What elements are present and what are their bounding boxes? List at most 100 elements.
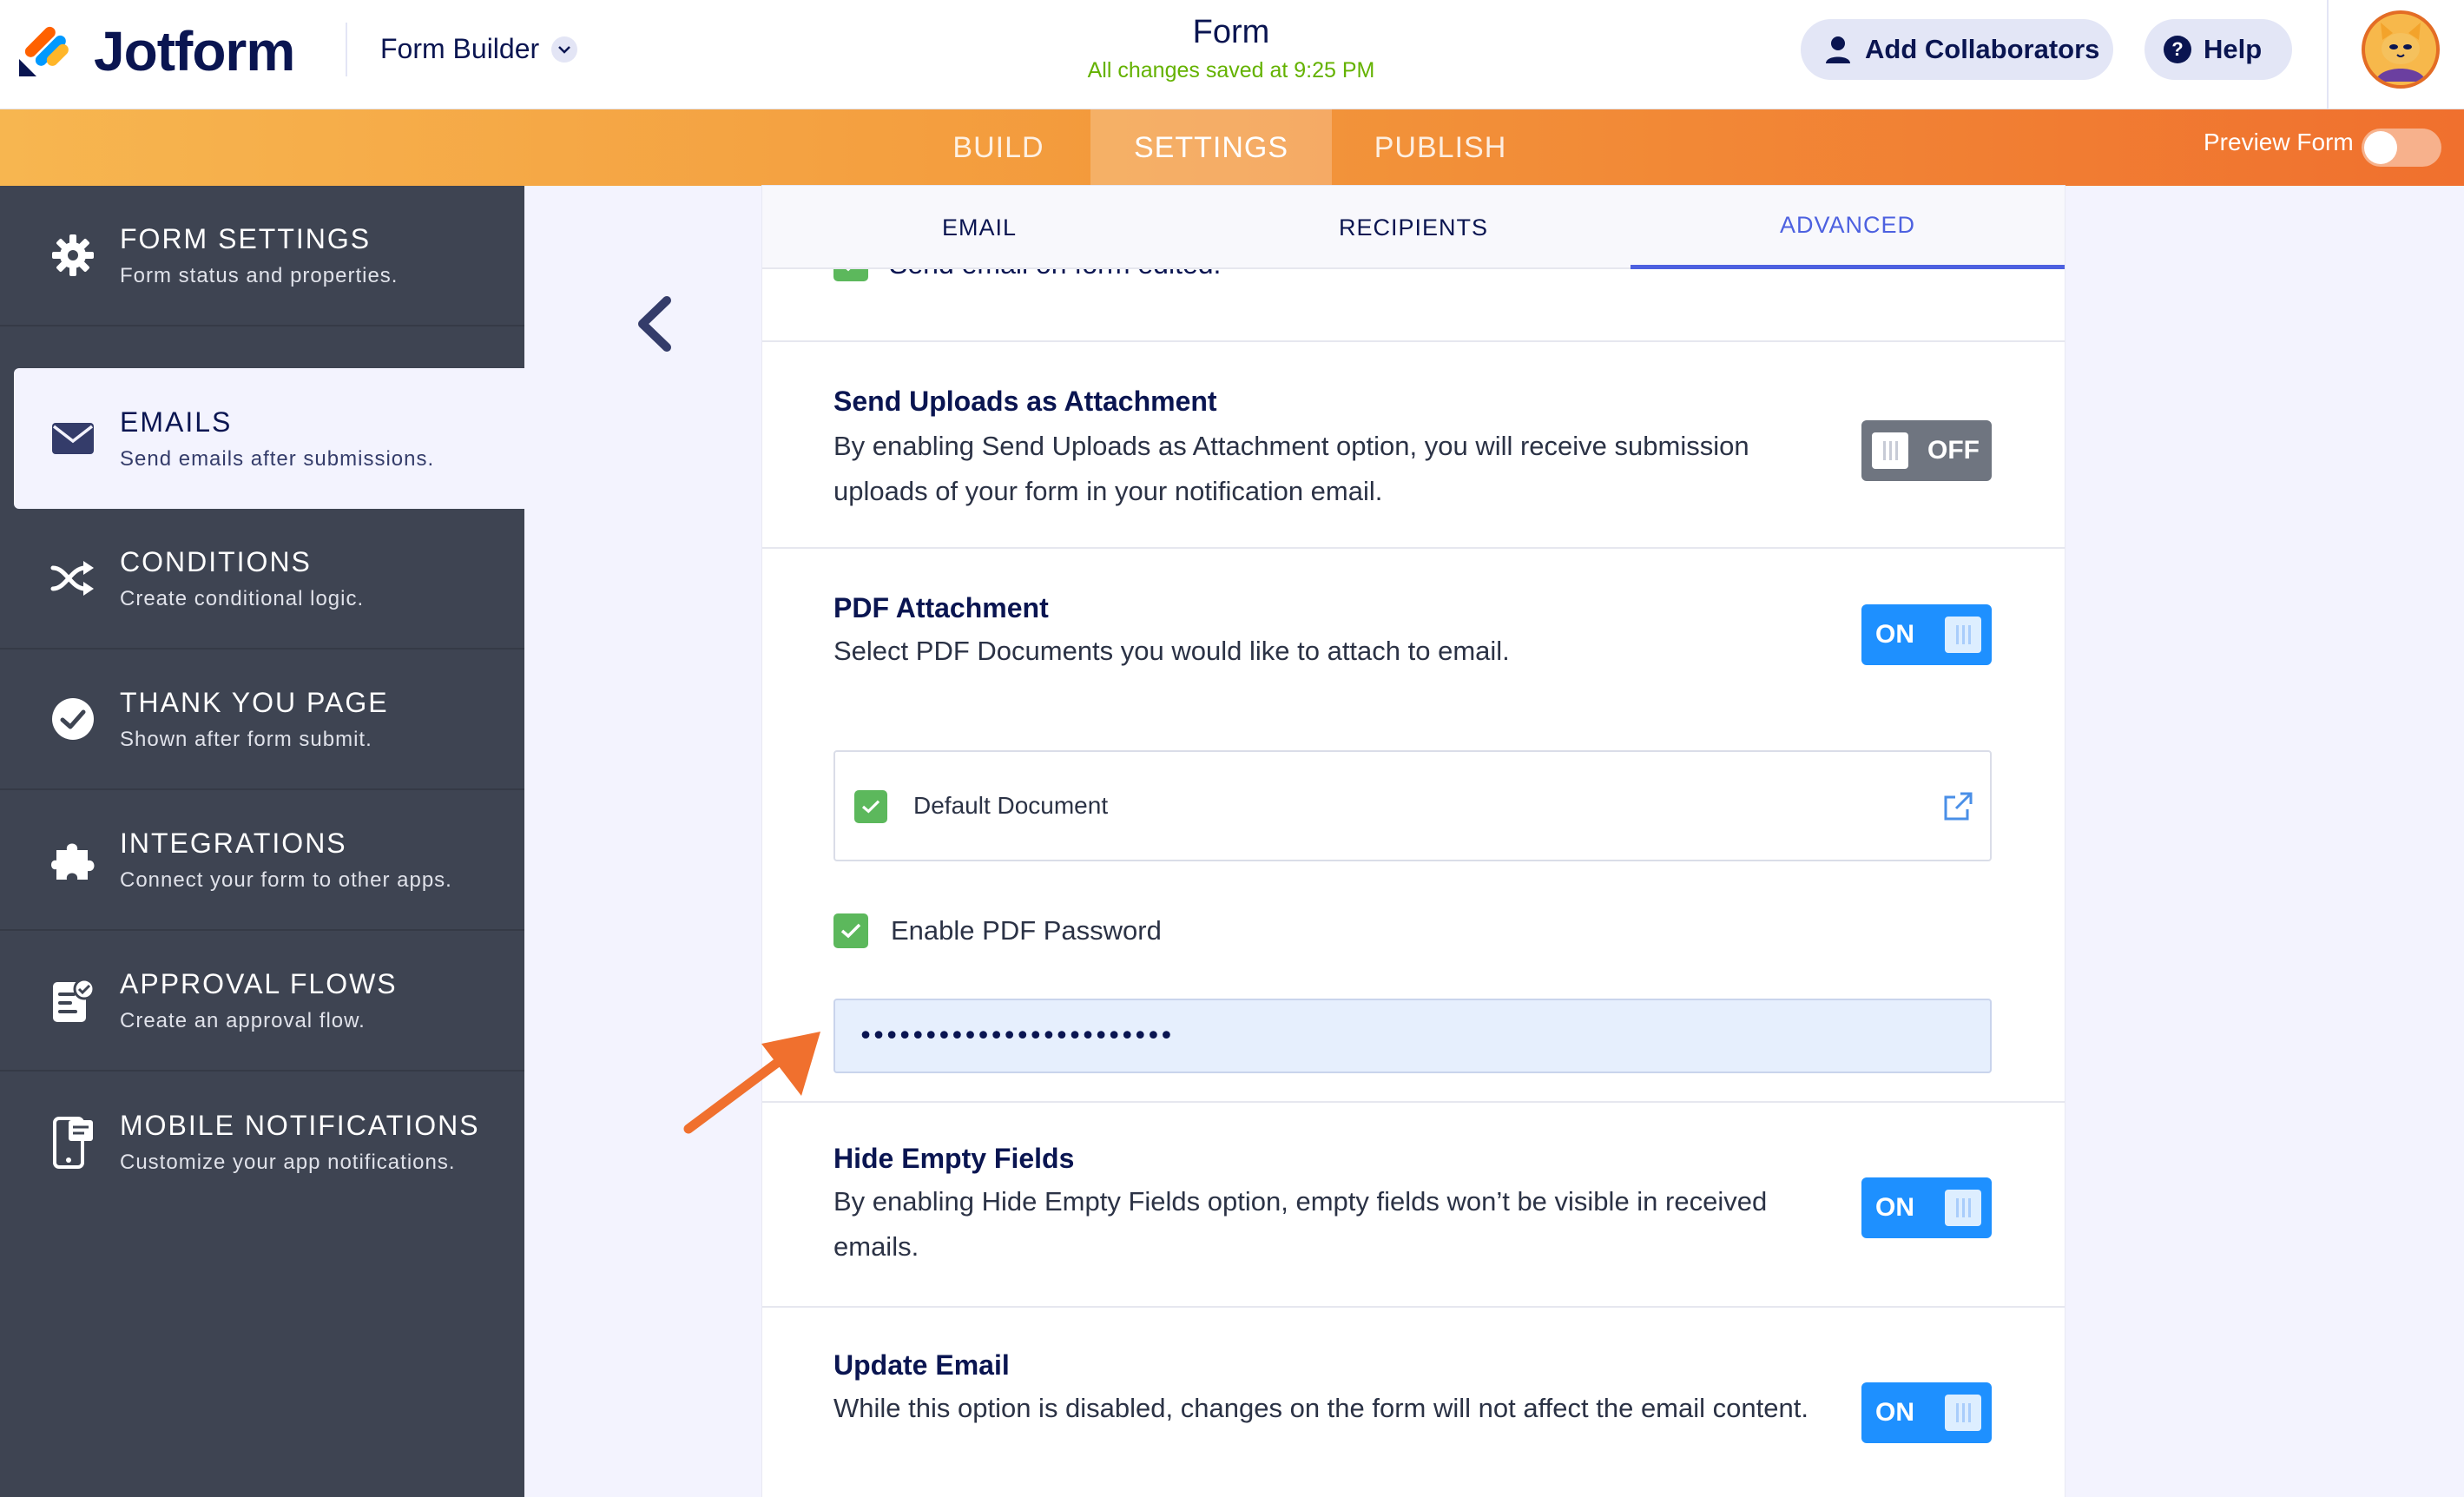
external-link-icon[interactable] [1941,790,1974,823]
send-uploads-description: By enabling Send Uploads as Attachment o… [833,431,1749,506]
help-label: Help [2204,34,2263,64]
pdf-attachment-description: Select PDF Documents you would like to a… [833,636,1510,666]
sidebar-item-mobile-notifications[interactable]: MOBILE NOTIFICATIONS Customize your app … [0,1072,524,1212]
sidebar-item-emails[interactable]: EMAILS Send emails after submissions. [14,368,524,509]
sidebar-text: CONDITIONS Create conditional logic. [120,546,364,611]
envelope-icon [49,414,97,463]
sidebar-text: APPROVAL FLOWS Create an approval flow. [120,968,398,1033]
sidebar-item-subtitle: Customize your app notifications. [120,1150,456,1174]
preview-form-toggle[interactable] [2362,129,2441,167]
toggle-knob [1872,432,1908,469]
brand-name[interactable]: Jotform [94,19,295,83]
sidebar-item-title: MOBILE NOTIFICATIONS [120,1109,480,1141]
sidebar-item-form-settings[interactable]: FORM SETTINGS Form status and properties… [0,186,524,326]
tab-email[interactable]: EMAIL [762,186,1196,269]
sidebar-item-title: THANK YOU PAGE [120,686,389,718]
send-uploads-toggle[interactable]: OFF [1861,420,1992,481]
email-settings-panel: EMAIL RECIPIENTS ADVANCED Send email on … [762,186,2065,1497]
user-icon [1826,36,1850,63]
sidebar-item-title: CONDITIONS [120,545,312,577]
checkmark-icon [861,800,880,814]
main-nav: BUILD SETTINGS PUBLISH Preview Form [0,109,2464,186]
hide-empty-description: By enabling Hide Empty Fields option, em… [833,1186,1768,1262]
sidebar-item-subtitle: Create an approval flow. [120,1008,366,1032]
sidebar-item-subtitle: Shown after form submit. [120,727,372,751]
save-status: All changes saved at 9:25 PM [1087,58,1375,82]
toggle-state-label: ON [1875,620,1914,649]
question-icon: ? [2164,36,2191,63]
check-circle-icon [49,695,97,743]
hide-empty-toggle[interactable]: ON [1861,1177,1992,1238]
checkmark-icon [846,269,851,272]
header-divider [346,23,347,76]
row-divider [762,547,2065,549]
sidebar-item-title: EMAILS [120,406,233,438]
default-document-label: Default Document [913,792,1109,819]
sidebar-text: THANK YOU PAGE Shown after form submit. [120,687,389,752]
annotation-arrow-icon [683,1032,820,1134]
sidebar-item-thank-you-page[interactable]: THANK YOU PAGE Shown after form submit. [0,650,524,790]
enable-pdf-password-row: Enable PDF Password [833,913,1162,948]
enable-pdf-password-checkbox[interactable] [833,913,868,948]
email-subtabs: EMAIL RECIPIENTS ADVANCED [762,186,2065,269]
update-email-description: While this option is disabled, changes o… [833,1393,1808,1423]
row-divider [762,1306,2065,1308]
enable-pdf-password-label: Enable PDF Password [891,915,1162,946]
sidebar-item-subtitle: Form status and properties. [120,263,399,287]
update-email-toggle[interactable]: ON [1861,1382,1992,1443]
send-on-edit-row: Send email on form edited. [833,269,1528,299]
sidebar-item-subtitle: Connect your form to other apps. [120,867,452,892]
add-collaborators-button[interactable]: Add Collaborators [1801,19,2113,80]
jotform-logo-icon[interactable] [17,24,71,78]
mobile-icon [49,1117,97,1169]
toggle-state-label: OFF [1927,436,1980,465]
top-header: Jotform Form Builder Form All changes sa… [0,0,2464,109]
sidebar-item-title: APPROVAL FLOWS [120,967,398,999]
chevron-down-icon [551,36,578,63]
add-collaborators-label: Add Collaborators [1865,34,2100,64]
toggle-knob [1945,617,1981,653]
update-email-title: Update Email [833,1349,1010,1381]
tab-settings[interactable]: SETTINGS [1090,109,1332,186]
header-divider-right [2327,0,2329,109]
form-title-block: Form All changes saved at 9:25 PM [1057,14,1405,83]
sidebar-item-approval-flows[interactable]: APPROVAL FLOWS Create an approval flow. [0,931,524,1072]
pdf-password-input[interactable] [833,999,1992,1073]
checkmark-icon [840,923,861,939]
sidebar-text: INTEGRATIONS Connect your form to other … [120,828,452,893]
preview-form-label[interactable]: Preview Form [2204,129,2354,156]
sidebar-item-conditions[interactable]: CONDITIONS Create conditional logic. [0,509,524,650]
form-title[interactable]: Form [1057,14,1405,51]
hide-empty-title: Hide Empty Fields [833,1143,1075,1174]
avatar-cat-icon [2365,14,2436,85]
tab-build[interactable]: BUILD [920,109,1077,186]
toggle-state-label: ON [1875,1193,1914,1222]
toggle-knob [1945,1395,1981,1431]
form-builder-dropdown[interactable]: Form Builder [380,33,578,65]
approval-doc-icon [49,976,97,1025]
row-divider [762,340,2065,342]
sidebar-text: EMAILS Send emails after submissions. [120,406,434,472]
toggle-knob [1945,1190,1981,1226]
toggle-knob [2364,131,2397,164]
help-button[interactable]: ? Help [2144,19,2292,80]
toggle-state-label: ON [1875,1398,1914,1427]
pdf-attachment-toggle[interactable]: ON [1861,604,1992,665]
tab-recipients[interactable]: RECIPIENTS [1196,186,1631,269]
chevron-left-icon[interactable] [632,295,675,353]
row-divider [762,1101,2065,1103]
send-on-edit-checkbox[interactable] [833,269,868,281]
sidebar-item-subtitle: Send emails after submissions. [120,446,435,471]
avatar[interactable] [2362,10,2440,89]
send-on-edit-label: Send email on form edited. [889,269,1221,280]
gear-icon [49,231,97,280]
sidebar-item-title: FORM SETTINGS [120,222,372,254]
puzzle-icon [49,835,97,884]
default-document-checkbox[interactable] [854,790,887,823]
sidebar-text: MOBILE NOTIFICATIONS Customize your app … [120,1110,480,1175]
sidebar-item-integrations[interactable]: INTEGRATIONS Connect your form to other … [0,790,524,931]
tab-publish[interactable]: PUBLISH [1332,109,1549,186]
tab-advanced[interactable]: ADVANCED [1631,186,2065,269]
sidebar-item-title: INTEGRATIONS [120,827,347,859]
pdf-document-item: Default Document [833,750,1992,861]
